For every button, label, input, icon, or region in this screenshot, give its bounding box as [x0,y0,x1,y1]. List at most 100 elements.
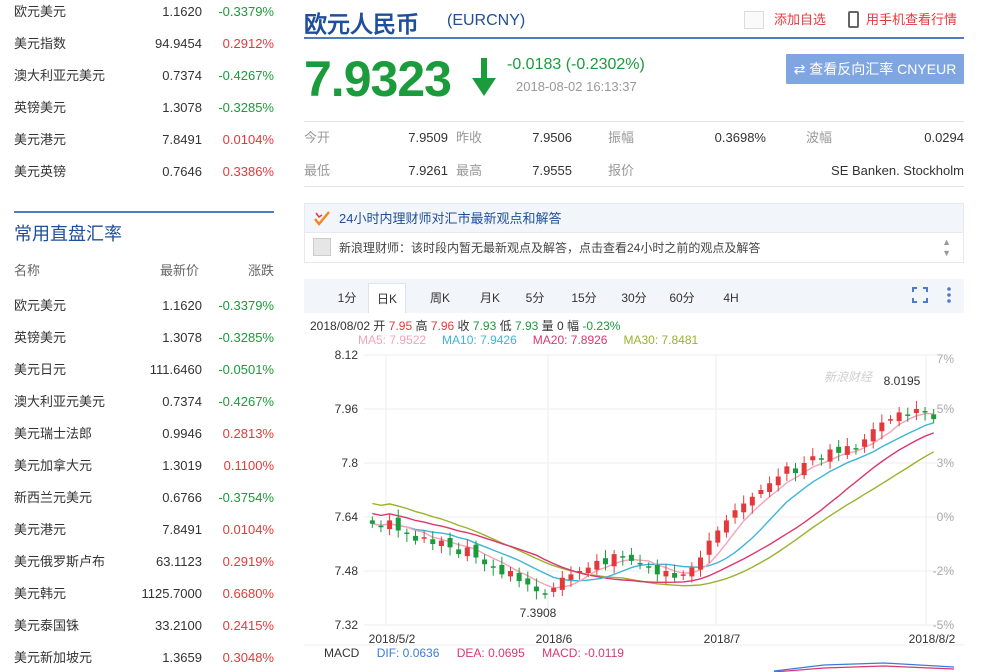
stat-quote-src: SE Banken. Stockholm [831,163,964,178]
rate-change: 0.3048% [222,650,274,665]
rate-change: 0.2813% [222,426,274,441]
candle [551,587,557,592]
header-change: 涨跌 [247,263,274,278]
rate-row[interactable]: 美元俄罗斯卢布 63.1123 0.2919% [14,546,274,578]
candle [395,517,401,531]
rate-row[interactable]: 英镑美元 1.3078 -0.3285% [14,92,274,124]
trend-check-icon [314,211,330,226]
rate-price: 1.1620 [162,298,202,313]
rate-price: 1.3659 [162,650,202,665]
period-tab[interactable]: 15分 [566,283,602,313]
rate-name: 新西兰元美元 [14,490,93,505]
period-tab[interactable]: 日K [368,283,406,313]
y-tick-label: 7.8 [341,456,358,470]
rate-price: 1.1620 [162,4,202,19]
ohlc-high: 7.96 [430,319,455,333]
symbol-code: (EURCNY) [447,12,526,29]
scroll-down-icon[interactable]: ▼ [942,248,951,258]
rate-row[interactable]: 美元英镑 0.7646 0.3386% [14,156,274,188]
rate-change: -0.3379% [218,298,274,313]
stat-high: 7.9555 [532,163,572,178]
period-tab[interactable]: 5分 [522,283,548,313]
period-tabs: 1分 日K 周K 月K 5分 15分 30分 60分 4H [304,279,964,313]
kline-chart[interactable]: 8.127.967.87.647.487.327%5%3%0%-2%-5%201… [304,345,964,672]
stat-quote-src-label: 报价 [608,163,635,178]
annotation-high: 8.0195 [884,374,921,388]
rate-change: -0.3285% [218,100,274,115]
avatar [313,238,331,256]
advisor-message[interactable]: 新浪理财师：该时段内暂无最新观点及解答，点击查看24小时之前的观点及解答 ▲ ▼ [304,233,964,263]
rate-price: 0.6766 [162,490,202,505]
candle [810,456,816,461]
candle [490,566,496,568]
candle [603,558,608,565]
rate-row[interactable]: 新西兰元美元 0.6766 -0.3754% [14,482,274,514]
candle [844,446,850,455]
period-tab[interactable]: 4H [716,283,746,313]
scroll-up-icon[interactable]: ▲ [942,237,951,247]
candle [525,578,531,585]
rate-change: 0.2415% [222,618,274,633]
y2-tick-label: -2% [933,564,955,578]
rate-name: 美元韩元 [14,586,67,601]
candle [698,557,703,570]
period-tab[interactable]: 30分 [616,283,652,313]
rate-price: 0.7646 [162,164,202,179]
x-tick-label: 2018/5/2 [369,632,416,646]
macd-readout: MACD DIF: 0.0636 DEA: 0.0695 MACD: -0.01… [324,646,638,660]
reverse-rate-button[interactable]: ⇄ 查看反向汇率 CNYEUR [786,54,964,84]
candle [508,571,513,577]
candle [482,559,488,565]
y-tick-label: 7.64 [335,510,359,524]
period-tab[interactable]: 周K [420,283,460,313]
rate-row[interactable]: 美元港元 7.8491 0.0104% [14,514,274,546]
fullscreen-icon[interactable] [912,287,928,303]
rate-row[interactable]: 美元韩元 1125.7000 0.6680% [14,578,274,610]
advisor-header[interactable]: 24小时内理财师对汇市最新观点和解答 [304,203,964,233]
stat-amplitude-label: 振幅 [608,130,635,145]
rate-row[interactable]: 欧元美元 1.1620 -0.3379% [14,0,274,28]
rate-price: 63.1123 [155,554,202,569]
y-tick-label: 7.96 [335,402,359,416]
period-tab[interactable]: 60分 [664,283,700,313]
rate-row[interactable]: 澳大利亚元美元 0.7374 -0.4267% [14,60,274,92]
candle [922,411,928,413]
rate-row[interactable]: 美元新加坡元 1.3659 0.3048% [14,642,274,672]
rate-row[interactable]: 美元指数 94.9454 0.2912% [14,28,274,60]
rate-name: 美元指数 [14,36,67,51]
candle [732,510,738,518]
rate-row[interactable]: 美元瑞士法郎 0.9946 0.2813% [14,418,274,450]
candle [594,560,600,570]
rate-row[interactable]: 澳大利亚元美元 0.7374 -0.4267% [14,386,274,418]
rate-change: -0.3285% [218,330,274,345]
ohlc-readout: 2018/08/02 开 7.95 高 7.96 收 7.93 低 7.93 量… [310,317,620,334]
stat-volatility-label: 波幅 [806,130,833,145]
rate-change: -0.4267% [218,394,274,409]
x-tick-label: 2018/8/2 [909,632,956,646]
candle [654,564,660,575]
period-tab[interactable]: 1分 [334,283,360,313]
rate-row[interactable]: 美元港元 7.8491 0.0104% [14,124,274,156]
rate-row[interactable]: 美元泰国铢 33.2100 0.2415% [14,610,274,642]
period-tab[interactable]: 月K [470,283,510,313]
add-watchlist-icon [744,11,764,29]
candle [818,458,824,460]
rate-name: 美元俄罗斯卢布 [14,554,106,569]
candle [637,562,643,565]
rate-row[interactable]: 英镑美元 1.3078 -0.3285% [14,322,274,354]
more-options-icon[interactable] [944,285,954,305]
ma-line-ma30 [372,451,935,587]
mobile-view-button[interactable]: 用手机查看行情 [846,9,957,31]
rate-row[interactable]: 欧元美元 1.1620 -0.3379% [14,290,274,322]
stat-open-label: 今开 [304,130,331,145]
rate-row[interactable]: 美元加拿大元 1.3019 0.1100% [14,450,274,482]
ohlc-close: 7.93 [472,319,497,333]
rate-name: 英镑美元 [14,330,67,345]
candle [413,535,418,541]
candle [879,422,885,432]
rate-row[interactable]: 美元日元 111.6460 -0.0501% [14,354,274,386]
candle [827,449,833,462]
add-watchlist-button[interactable]: 添加自选 [744,9,826,31]
rate-name: 美元英镑 [14,164,67,179]
rate-change: -0.0501% [218,362,274,377]
